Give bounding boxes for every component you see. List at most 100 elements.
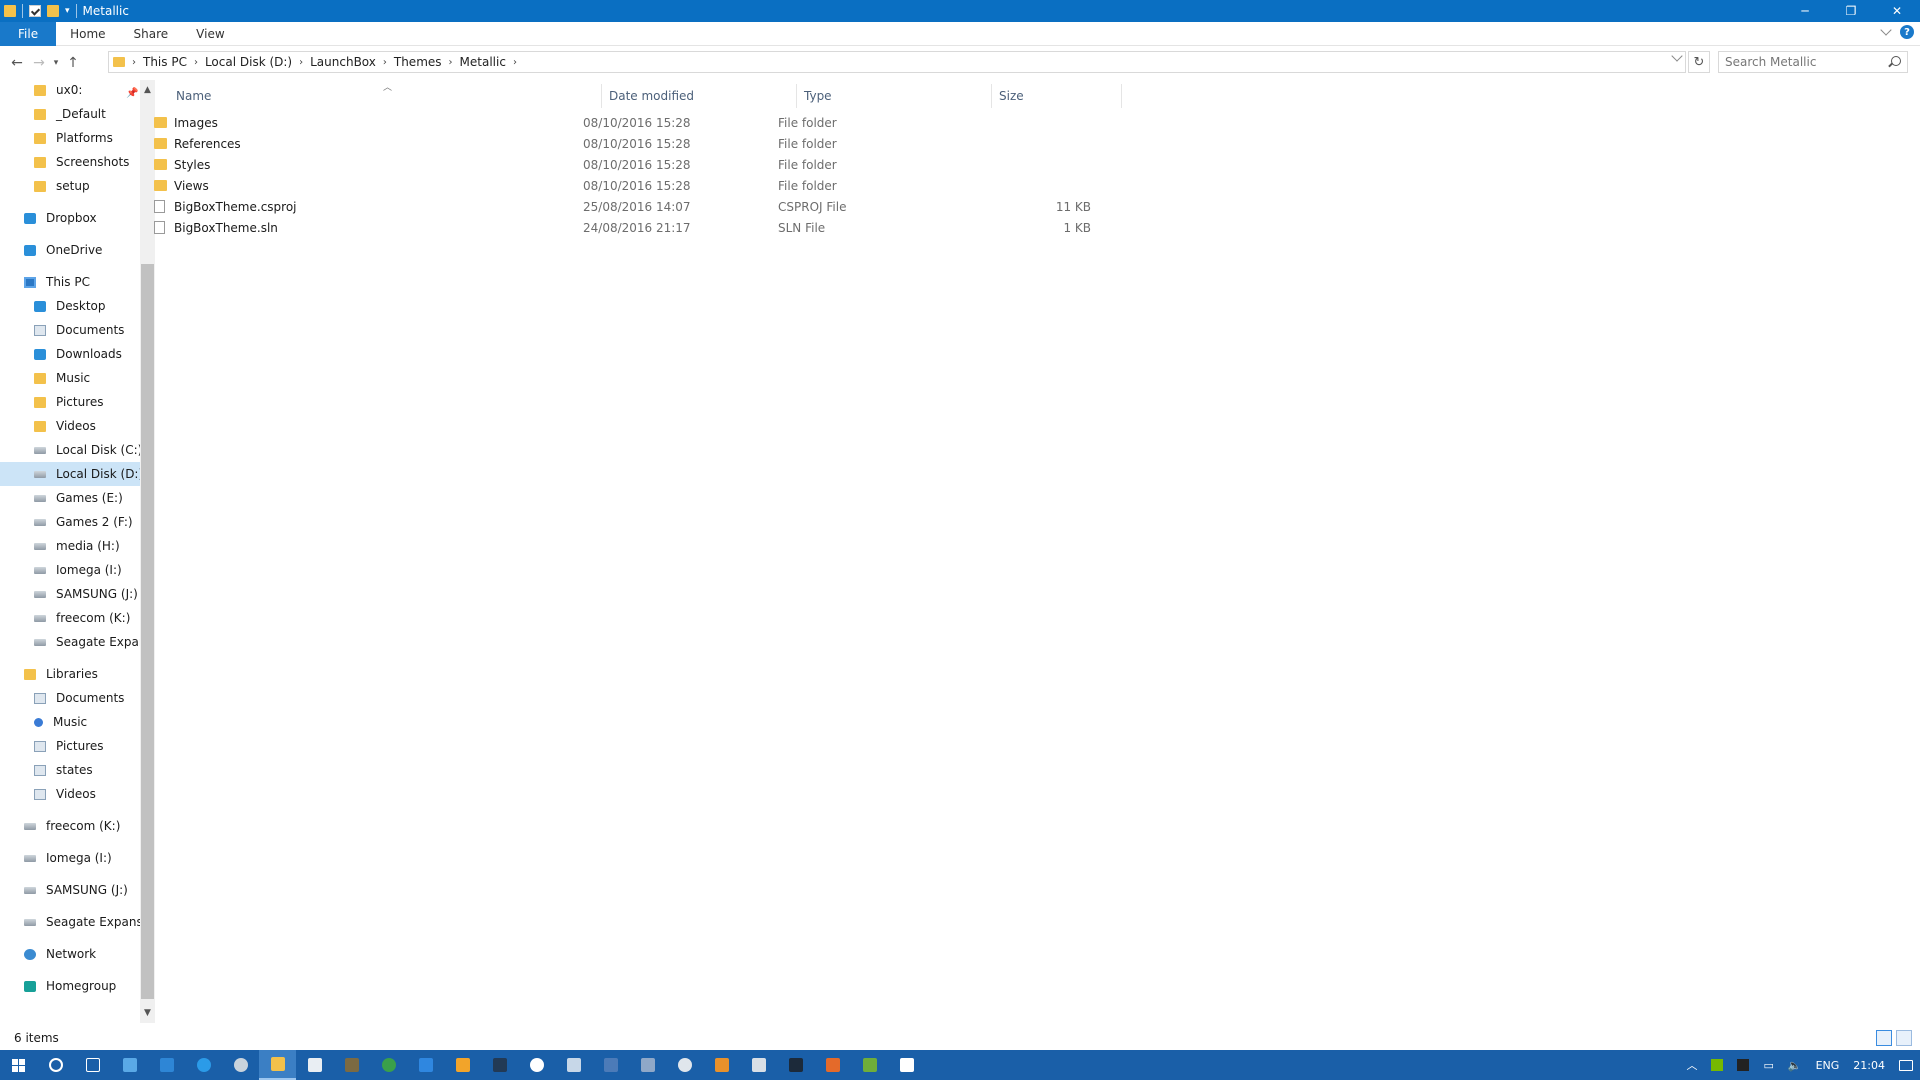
- search-icon[interactable]: [1891, 56, 1901, 66]
- up-arrow-icon[interactable]: ↑: [62, 52, 84, 74]
- forward-arrow-icon[interactable]: →: [28, 52, 50, 74]
- chevron-right-icon[interactable]: ›: [299, 57, 303, 68]
- tab-view[interactable]: View: [182, 22, 238, 46]
- recent-locations-chevron-icon[interactable]: ▾: [50, 52, 62, 74]
- help-icon[interactable]: ?: [1900, 25, 1914, 39]
- breadcrumb-local-disk-d[interactable]: Local Disk (D:): [205, 55, 292, 69]
- breadcrumb-launchbox[interactable]: LaunchBox: [310, 55, 376, 69]
- nav-item-lib-videos[interactable]: Videos: [0, 782, 140, 806]
- store-icon[interactable]: [296, 1050, 333, 1080]
- nav-item-pictures[interactable]: Pictures: [0, 390, 140, 414]
- chevron-right-icon[interactable]: ›: [513, 57, 517, 68]
- app-icon[interactable]: [777, 1050, 814, 1080]
- tab-share[interactable]: Share: [120, 22, 183, 46]
- nav-item-games-2-f[interactable]: Games 2 (F:): [0, 510, 140, 534]
- nav-item-platforms[interactable]: Platforms: [0, 126, 140, 150]
- file-row[interactable]: Views 08/10/2016 15:28 File folder: [146, 176, 1256, 197]
- column-header-name[interactable]: Name: [168, 84, 598, 108]
- nav-item-iomega-i-drive[interactable]: Iomega (I:): [0, 846, 140, 870]
- nav-item-local-disk-d[interactable]: Local Disk (D:): [0, 462, 140, 486]
- app-icon[interactable]: [851, 1050, 888, 1080]
- app-icon[interactable]: [370, 1050, 407, 1080]
- address-history-chevron-icon[interactable]: [1671, 50, 1683, 62]
- file-row[interactable]: Styles 08/10/2016 15:28 File folder: [146, 155, 1256, 176]
- task-view-icon[interactable]: [74, 1050, 111, 1080]
- app-tray-icon[interactable]: [1730, 1059, 1756, 1071]
- file-row[interactable]: References 08/10/2016 15:28 File folder: [146, 134, 1256, 155]
- nav-item-samsung-j[interactable]: SAMSUNG (J:): [0, 582, 140, 606]
- nav-item-seagate-expansion[interactable]: Seagate Expansion: [0, 630, 140, 654]
- app-icon[interactable]: [333, 1050, 370, 1080]
- minimize-button[interactable]: ─: [1782, 0, 1828, 22]
- nav-item-lib-pictures[interactable]: Pictures: [0, 734, 140, 758]
- app-icon[interactable]: [111, 1050, 148, 1080]
- address-bar[interactable]: › This PC › Local Disk (D:) › LaunchBox › T…: [108, 50, 1686, 73]
- xbox-icon[interactable]: [518, 1050, 555, 1080]
- chevron-down-icon[interactable]: ▾: [65, 6, 70, 16]
- tab-file[interactable]: File: [0, 21, 57, 46]
- nav-item-downloads[interactable]: Downloads: [0, 342, 140, 366]
- nav-item-libraries[interactable]: Libraries: [0, 662, 140, 686]
- breadcrumb-this-pc[interactable]: This PC: [143, 55, 187, 69]
- app-icon[interactable]: [629, 1050, 666, 1080]
- nav-item-lib-documents[interactable]: Documents: [0, 686, 140, 710]
- new-folder-icon[interactable]: [47, 5, 59, 17]
- app-icon[interactable]: [592, 1050, 629, 1080]
- column-header-date-modified[interactable]: Date modified: [601, 84, 796, 108]
- large-icons-view-icon[interactable]: [1896, 1030, 1912, 1046]
- chevron-right-icon[interactable]: ›: [449, 57, 453, 68]
- search-input[interactable]: [1725, 55, 1885, 69]
- file-row[interactable]: BigBoxTheme.sln 24/08/2016 21:17 SLN Fil…: [146, 218, 1256, 239]
- app-icon[interactable]: [407, 1050, 444, 1080]
- app-icon[interactable]: [814, 1050, 851, 1080]
- edge-icon[interactable]: [185, 1050, 222, 1080]
- file-row[interactable]: BigBoxTheme.csproj 25/08/2016 14:07 CSPR…: [146, 197, 1256, 218]
- nav-item-default[interactable]: _Default: [0, 102, 140, 126]
- app-icon[interactable]: [888, 1050, 925, 1080]
- app-icon[interactable]: [703, 1050, 740, 1080]
- app-icon[interactable]: [481, 1050, 518, 1080]
- app-icon[interactable]: [148, 1050, 185, 1080]
- cortana-icon[interactable]: [37, 1050, 74, 1080]
- volume-icon[interactable]: 🔈: [1781, 1059, 1809, 1072]
- back-arrow-icon[interactable]: ←: [6, 52, 28, 74]
- properties-icon[interactable]: [29, 5, 41, 17]
- nav-item-games-e[interactable]: Games (E:): [0, 486, 140, 510]
- details-view-icon[interactable]: [1876, 1030, 1892, 1046]
- nvidia-icon[interactable]: [1704, 1059, 1730, 1071]
- nav-item-videos[interactable]: Videos: [0, 414, 140, 438]
- scroll-down-icon[interactable]: ▼: [140, 1005, 155, 1021]
- nav-item-screenshots[interactable]: Screenshots: [0, 150, 140, 174]
- nav-item-lib-music[interactable]: Music: [0, 710, 140, 734]
- show-hidden-icons-icon[interactable]: ︿: [1679, 1057, 1704, 1073]
- file-explorer-icon[interactable]: [259, 1050, 296, 1080]
- pin-icon[interactable]: 📌: [126, 88, 138, 99]
- network-tray-icon[interactable]: ▭: [1756, 1059, 1780, 1072]
- nav-item-local-disk-c[interactable]: Local Disk (C:): [0, 438, 140, 462]
- action-center-icon[interactable]: [1892, 1059, 1920, 1071]
- nav-item-seagate-expansion-drive[interactable]: Seagate Expansion: [0, 910, 140, 934]
- column-divider[interactable]: [1121, 84, 1122, 108]
- app-icon[interactable]: [444, 1050, 481, 1080]
- nav-item-documents[interactable]: Documents: [0, 318, 140, 342]
- scrollbar-thumb[interactable]: [141, 264, 154, 999]
- nav-item-samsung-j-drive[interactable]: SAMSUNG (J:): [0, 878, 140, 902]
- expand-ribbon-icon[interactable]: [1880, 24, 1892, 36]
- nav-item-freecom-k[interactable]: freecom (K:): [0, 606, 140, 630]
- chevron-right-icon[interactable]: ›: [132, 57, 136, 68]
- clock[interactable]: 21:04: [1846, 1059, 1892, 1072]
- nav-item-ux0[interactable]: ux0:: [0, 80, 140, 102]
- app-icon[interactable]: [555, 1050, 592, 1080]
- file-row[interactable]: Images 08/10/2016 15:28 File folder: [146, 113, 1256, 134]
- nav-item-dropbox[interactable]: Dropbox: [0, 206, 140, 230]
- breadcrumb-themes[interactable]: Themes: [394, 55, 442, 69]
- close-button[interactable]: ✕: [1874, 0, 1920, 22]
- chevron-right-icon[interactable]: ›: [383, 57, 387, 68]
- nav-item-lib-states[interactable]: states: [0, 758, 140, 782]
- tab-home[interactable]: Home: [56, 22, 119, 46]
- nav-item-setup[interactable]: setup: [0, 174, 140, 198]
- refresh-button[interactable]: ↻: [1688, 51, 1710, 73]
- restore-button[interactable]: ❐: [1828, 0, 1874, 22]
- nav-item-desktop[interactable]: Desktop: [0, 294, 140, 318]
- nav-item-iomega-i[interactable]: Iomega (I:): [0, 558, 140, 582]
